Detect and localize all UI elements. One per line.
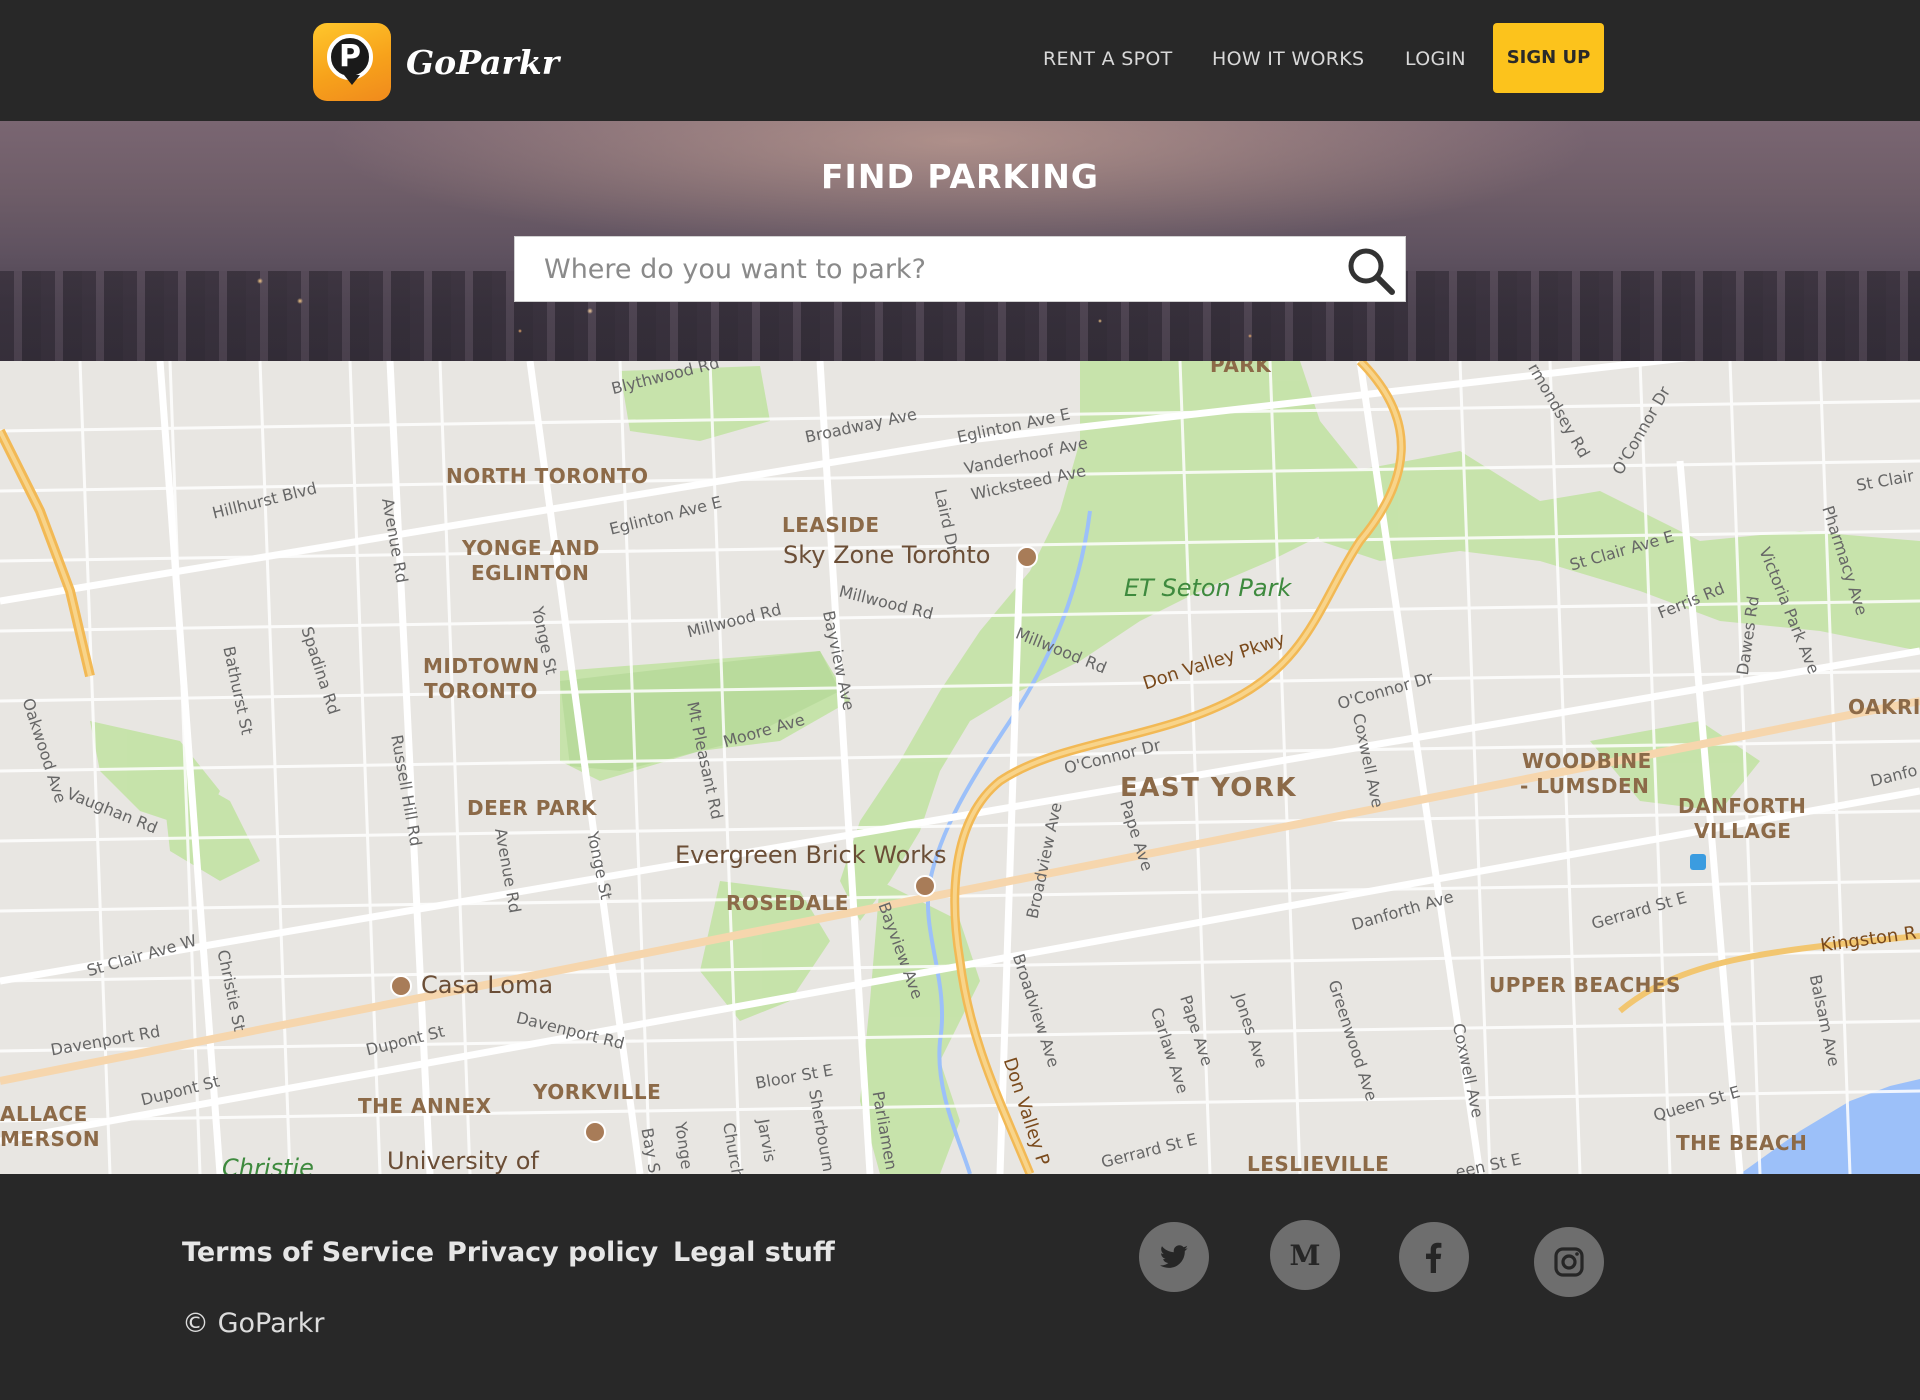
brand-name[interactable]: GoParkr <box>406 40 559 86</box>
museum-poi-icon[interactable] <box>390 975 412 997</box>
amusement-poi-icon[interactable] <box>1016 546 1038 568</box>
medium-icon[interactable]: M <box>1270 1220 1340 1290</box>
map-area-label: THE ANNEX <box>358 1094 492 1118</box>
map-park-label[interactable]: Christie <box>222 1154 314 1174</box>
svg-text:M: M <box>1290 1239 1321 1272</box>
footer-terms-link[interactable]: Terms of Service <box>182 1235 434 1271</box>
map-area-label: YORKVILLE <box>533 1080 662 1104</box>
map-area-label: VILLAGE <box>1694 819 1792 843</box>
map-area-label: LESLIEVILLE <box>1247 1152 1390 1174</box>
nav-rent-a-spot[interactable]: RENT A SPOT <box>1043 44 1172 74</box>
signup-button[interactable]: SIGN UP <box>1493 23 1604 93</box>
map-area-label: MIDTOWN <box>423 654 540 678</box>
map-area-label: OAKRI <box>1848 695 1920 719</box>
hero-title: FIND PARKING <box>821 157 1099 196</box>
map-poi-label[interactable]: University of <box>387 1147 539 1174</box>
map-area-label: DEER PARK <box>467 796 597 820</box>
map-area-label: PARK <box>1210 361 1272 377</box>
museum-poi-icon[interactable] <box>584 1121 606 1143</box>
museum-poi-icon[interactable] <box>914 875 936 897</box>
map-area-label: ALLACE <box>0 1102 88 1126</box>
map-area-label: TORONTO <box>424 679 538 703</box>
facebook-icon[interactable] <box>1399 1222 1469 1292</box>
map-area-label: LEASIDE <box>782 513 880 537</box>
map-park-label[interactable]: ET Seton Park <box>1124 574 1291 602</box>
footer-legal-link[interactable]: Legal stuff <box>673 1235 835 1271</box>
search-icon[interactable] <box>1345 245 1397 297</box>
map-poi-label[interactable]: Evergreen Brick Works <box>675 841 947 869</box>
map-area-label: DANFORTH <box>1678 794 1807 818</box>
map-area-label: ROSEDALE <box>726 891 849 915</box>
map-view[interactable]: NORTH TORONTO YONGE AND EGLINTON MIDTOWN… <box>0 361 1920 1174</box>
instagram-icon[interactable] <box>1534 1227 1604 1297</box>
map-area-label: WOODBINE <box>1522 749 1652 773</box>
nav-how-it-works[interactable]: HOW IT WORKS <box>1212 44 1364 74</box>
map-area-label: UPPER BEACHES <box>1489 973 1681 997</box>
map-area-label: YONGE AND <box>462 536 600 560</box>
twitter-icon[interactable] <box>1139 1222 1209 1292</box>
map-area-label: NORTH TORONTO <box>446 464 649 488</box>
logo-letter: P <box>339 39 361 74</box>
site-header: P GoParkr RENT A SPOT HOW IT WORKS LOGIN… <box>0 0 1920 121</box>
search-box <box>514 236 1406 302</box>
footer-privacy-link[interactable]: Privacy policy <box>447 1235 658 1271</box>
map-area-label: EGLINTON <box>471 561 590 585</box>
map-area-label: MERSON <box>0 1127 101 1151</box>
search-input[interactable] <box>515 237 1373 301</box>
logo-pin-tail <box>344 75 360 85</box>
map-area-label: THE BEACH <box>1676 1131 1808 1155</box>
nav-login[interactable]: LOGIN <box>1405 44 1466 74</box>
site-footer: Terms of Service Privacy policy Legal st… <box>0 1174 1920 1400</box>
copyright-text: © GoParkr <box>182 1308 325 1339</box>
logo-badge: P <box>327 34 373 80</box>
map-area-label: EAST YORK <box>1120 773 1298 803</box>
map-area-label: - LUMSDEN <box>1520 774 1650 798</box>
logo-icon[interactable]: P <box>313 23 391 101</box>
map-poi-label[interactable]: Casa Loma <box>421 971 553 999</box>
